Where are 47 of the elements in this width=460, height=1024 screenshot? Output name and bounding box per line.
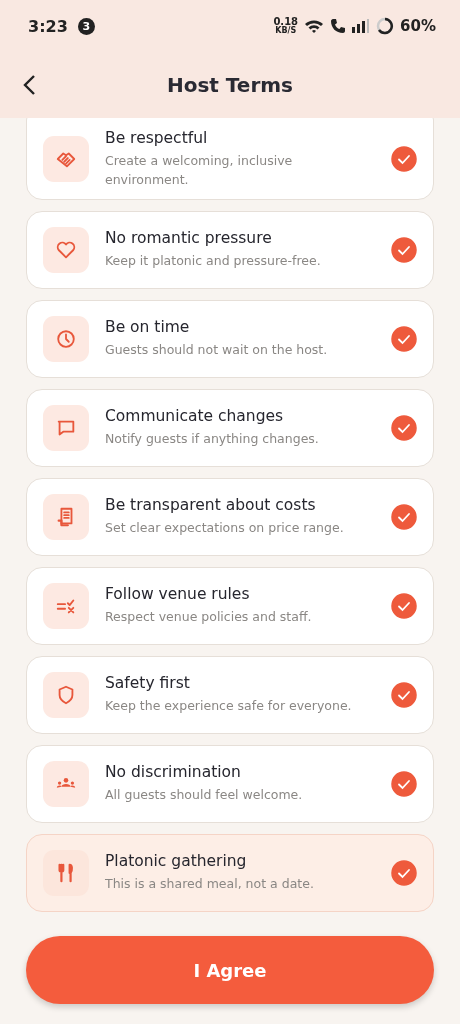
term-description: Create a welcoming, inclusive environment. bbox=[105, 152, 294, 189]
term-card[interactable]: Platonic gathering This is a shared meal, not a date. bbox=[26, 834, 434, 912]
term-description: This is a shared meal, not a date. bbox=[105, 875, 315, 894]
term-description: All guests should feel welcome. bbox=[105, 786, 304, 805]
check-icon[interactable] bbox=[391, 860, 417, 886]
term-title: Safety first bbox=[105, 674, 191, 693]
term-title: Be transparent about costs bbox=[105, 496, 317, 515]
status-time: 3:23 bbox=[28, 16, 68, 36]
term-title: Follow venue rules bbox=[105, 585, 251, 604]
page-title: Host Terms bbox=[166, 73, 294, 97]
check-icon[interactable] bbox=[391, 682, 417, 708]
check-icon[interactable] bbox=[391, 326, 417, 352]
term-card[interactable]: Communicate changes Notify guests if anything changes. bbox=[26, 389, 434, 467]
term-description: Keep it platonic and pressure-free. bbox=[105, 252, 322, 271]
term-card[interactable]: Be on time Guests should not wait on the host. bbox=[26, 300, 434, 378]
term-description: Guests should not wait on the host. bbox=[105, 341, 329, 360]
wifi-icon bbox=[304, 18, 325, 34]
term-card[interactable]: Follow venue rules Respect venue policies and staff. bbox=[26, 567, 434, 645]
term-description: Keep the experience safe for everyone. bbox=[105, 697, 353, 716]
term-title: No romantic pressure bbox=[105, 229, 273, 248]
battery-percent: 60% bbox=[400, 17, 436, 35]
check-icon[interactable] bbox=[391, 237, 417, 263]
term-title: Be respectful bbox=[105, 129, 209, 148]
term-title: Platonic gathering bbox=[105, 852, 248, 871]
check-icon[interactable] bbox=[391, 504, 417, 530]
check-icon[interactable] bbox=[391, 593, 417, 619]
signal-icon bbox=[352, 19, 371, 33]
check-icon[interactable] bbox=[391, 771, 417, 797]
term-title: No discrimination bbox=[105, 763, 242, 782]
heart-icon bbox=[55, 239, 77, 261]
term-title: Communicate changes bbox=[105, 407, 285, 426]
check-icon[interactable] bbox=[391, 415, 417, 441]
term-card[interactable]: Be respectful Create a welcoming, inclusive environment. bbox=[26, 118, 434, 200]
term-card[interactable]: No romantic pressure Keep it platonic and pressure-free. bbox=[26, 211, 434, 289]
clock-icon bbox=[55, 328, 77, 350]
term-card[interactable]: Be transparent about costs Set clear expectations on price range. bbox=[26, 478, 434, 556]
term-description: Respect venue policies and staff. bbox=[105, 608, 313, 627]
term-description: Set clear expectations on price range. bbox=[105, 519, 345, 538]
network-speed: 0.18 KB/S bbox=[273, 17, 299, 35]
battery-ring-icon bbox=[376, 17, 395, 35]
check-icon[interactable] bbox=[391, 146, 417, 172]
term-title: Be on time bbox=[105, 318, 191, 337]
phone-call-icon bbox=[330, 18, 347, 34]
notification-badge: 3 bbox=[77, 17, 95, 35]
term-card[interactable]: No discrimination All guests should feel welcome. bbox=[26, 745, 434, 823]
term-description: Notify guests if anything changes. bbox=[105, 430, 320, 449]
term-card[interactable]: Safety first Keep the experience safe for everyone. bbox=[26, 656, 434, 734]
